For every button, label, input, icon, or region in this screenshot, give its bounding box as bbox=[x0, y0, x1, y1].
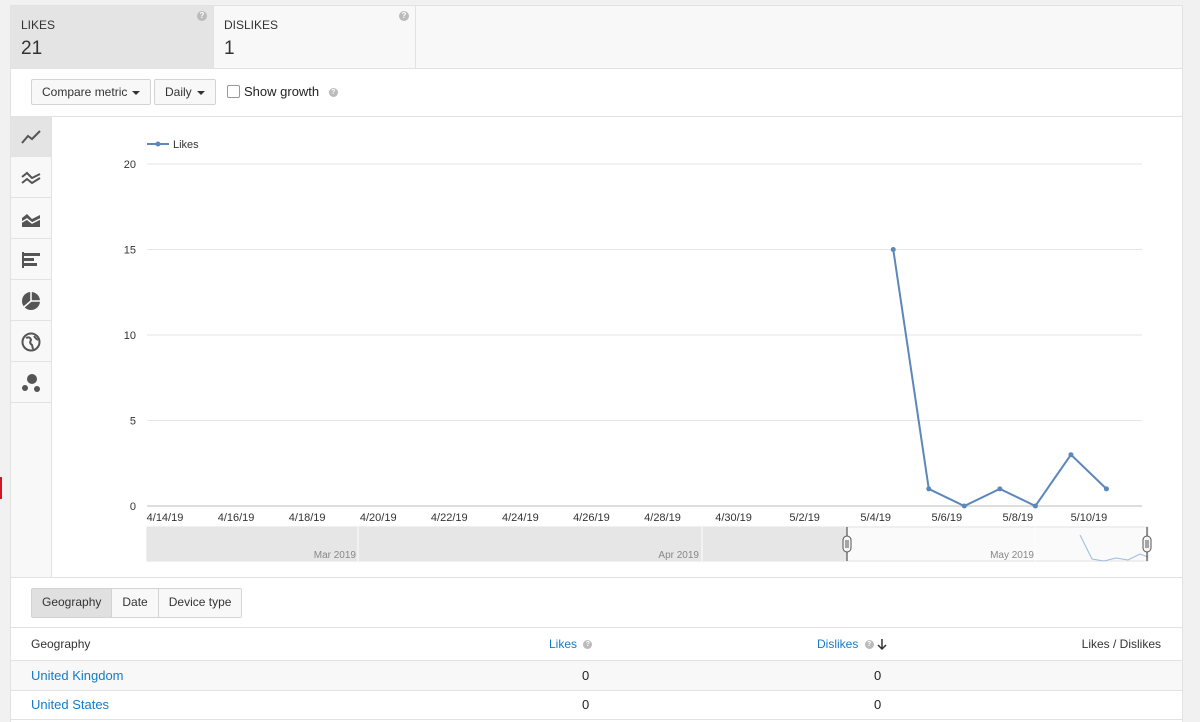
dislikes-cell: 0 bbox=[874, 697, 882, 712]
dimension-tabs: Geography Date Device type bbox=[31, 588, 243, 618]
geography-link[interactable]: United States bbox=[31, 697, 109, 712]
tab-device-type[interactable]: Device type bbox=[158, 589, 242, 617]
likes-header-link[interactable]: Likes bbox=[549, 637, 577, 651]
tab-date[interactable]: Date bbox=[112, 589, 159, 617]
likes-chart: 0 5 10 15 20 4/14/19 4/16/19 4/18/19 4/20/19 4/22… bbox=[52, 117, 1182, 577]
data-point bbox=[890, 247, 896, 252]
bar-chart-button[interactable] bbox=[11, 240, 51, 280]
legend-label: Likes bbox=[173, 139, 199, 151]
multi-line-chart-icon bbox=[21, 171, 41, 184]
navigator-month-label: May 2019 bbox=[990, 550, 1034, 561]
y-tick-label: 15 bbox=[124, 245, 136, 257]
x-tick-label: 4/14/19 bbox=[147, 512, 184, 524]
help-icon[interactable]: ? bbox=[328, 88, 338, 98]
x-tick-label: 5/10/19 bbox=[1071, 512, 1108, 524]
x-tick-label: 5/8/19 bbox=[1003, 512, 1034, 524]
help-icon[interactable]: ? bbox=[583, 640, 593, 650]
x-tick-label: 4/18/19 bbox=[289, 512, 326, 524]
x-tick-label: 4/22/19 bbox=[431, 512, 468, 524]
pie-chart-button[interactable] bbox=[11, 281, 51, 321]
stacked-area-chart-icon bbox=[21, 213, 41, 227]
likes-cell: 0 bbox=[582, 668, 590, 683]
caret-down-icon bbox=[132, 90, 141, 95]
dislikes-header-link[interactable]: Dislikes bbox=[817, 637, 858, 651]
x-tick-label: 4/16/19 bbox=[218, 512, 255, 524]
help-icon[interactable]: ? bbox=[399, 11, 409, 21]
metric-value: 1 bbox=[224, 38, 235, 59]
caret-down-icon bbox=[196, 90, 205, 95]
data-point bbox=[997, 486, 1003, 492]
geography-link[interactable]: United Kingdom bbox=[31, 668, 124, 683]
chart-controls: Compare metric Daily Show growth ? bbox=[11, 68, 1182, 117]
likes-cell: 0 bbox=[582, 697, 590, 712]
compare-metric-label: Compare metric bbox=[42, 85, 128, 99]
ratio-header: Likes / Dislikes bbox=[1081, 637, 1161, 651]
chart-type-bar bbox=[11, 117, 52, 577]
data-point bbox=[1032, 503, 1038, 509]
table-row: United States 0 0 bbox=[11, 690, 1182, 720]
metric-card-likes[interactable]: LIKES 21 ? bbox=[11, 6, 214, 68]
metric-label: LIKES bbox=[21, 18, 56, 32]
y-tick-label: 20 bbox=[124, 159, 136, 171]
compare-metric-button[interactable]: Compare metric bbox=[31, 79, 152, 105]
x-tick-label: 5/4/19 bbox=[860, 512, 891, 524]
help-icon[interactable]: ? bbox=[197, 11, 207, 21]
table-row: United Kingdom 0 0 bbox=[11, 661, 1182, 691]
x-tick-label: 5/2/19 bbox=[789, 512, 820, 524]
x-tick-label: 5/6/19 bbox=[931, 512, 962, 524]
globe-icon bbox=[21, 332, 41, 351]
data-point bbox=[1068, 452, 1074, 458]
sort-descending-icon bbox=[877, 638, 887, 650]
data-point bbox=[926, 486, 932, 492]
navigator-month-label: Apr 2019 bbox=[658, 550, 699, 561]
y-tick-label: 0 bbox=[130, 501, 136, 513]
x-tick-label: 4/20/19 bbox=[360, 512, 397, 524]
metric-cards: LIKES 21 ? DISLIKES 1 ? bbox=[11, 5, 1182, 69]
dislikes-header[interactable]: Dislikes ? bbox=[817, 637, 887, 651]
legend-marker bbox=[155, 141, 161, 147]
bubble-chart-icon bbox=[22, 373, 40, 392]
pie-chart-icon bbox=[22, 291, 40, 310]
metric-card-dislikes[interactable]: DISLIKES 1 ? bbox=[214, 6, 416, 68]
interval-label: Daily bbox=[165, 85, 192, 99]
x-tick-label: 4/30/19 bbox=[715, 512, 752, 524]
x-tick-label: 4/24/19 bbox=[502, 512, 539, 524]
navigator-mask bbox=[147, 527, 847, 561]
navigator-handle bbox=[842, 535, 852, 553]
bubble-chart-button[interactable] bbox=[11, 363, 51, 403]
analytics-panel: LIKES 21 ? DISLIKES 1 ? Compare metric D… bbox=[10, 5, 1183, 722]
tab-geography[interactable]: Geography bbox=[32, 589, 113, 617]
line-chart-icon bbox=[21, 129, 41, 144]
series-line-likes bbox=[892, 249, 1108, 508]
show-growth-checkbox[interactable] bbox=[227, 85, 240, 98]
data-point bbox=[961, 503, 967, 509]
y-tick-label: 10 bbox=[124, 330, 136, 342]
red-edge-marker bbox=[0, 477, 2, 499]
chart-svg: 0 5 10 15 20 4/14/19 4/16/19 4/18/19 4/20/19 4/22… bbox=[124, 139, 1152, 562]
show-growth-text: Show growth bbox=[244, 84, 320, 99]
help-icon[interactable]: ? bbox=[864, 640, 874, 650]
table-header: Geography Likes ? Dislikes ? Likes / Dis… bbox=[11, 627, 1182, 661]
map-chart-button[interactable] bbox=[11, 322, 51, 362]
multi-line-chart-button[interactable] bbox=[11, 158, 51, 198]
bar-chart-icon bbox=[22, 251, 40, 268]
x-tick-label: 4/28/19 bbox=[644, 512, 681, 524]
metric-label: DISLIKES bbox=[224, 18, 279, 32]
show-growth-label: Show growth ? bbox=[244, 84, 338, 99]
likes-header[interactable]: Likes ? bbox=[549, 637, 593, 651]
metric-value: 21 bbox=[21, 38, 43, 59]
interval-dropdown[interactable]: Daily bbox=[154, 79, 216, 105]
dislikes-cell: 0 bbox=[874, 668, 882, 683]
dimension-tabs-area: Geography Date Device type bbox=[11, 577, 1182, 628]
data-point bbox=[1103, 486, 1109, 492]
line-chart-button[interactable] bbox=[11, 117, 51, 157]
navigator-month-label: Mar 2019 bbox=[314, 550, 357, 561]
stacked-area-chart-button[interactable] bbox=[11, 199, 51, 239]
y-tick-label: 5 bbox=[130, 416, 136, 428]
x-tick-label: 4/26/19 bbox=[573, 512, 610, 524]
navigator-handle bbox=[1142, 535, 1152, 553]
geography-header: Geography bbox=[31, 637, 91, 651]
